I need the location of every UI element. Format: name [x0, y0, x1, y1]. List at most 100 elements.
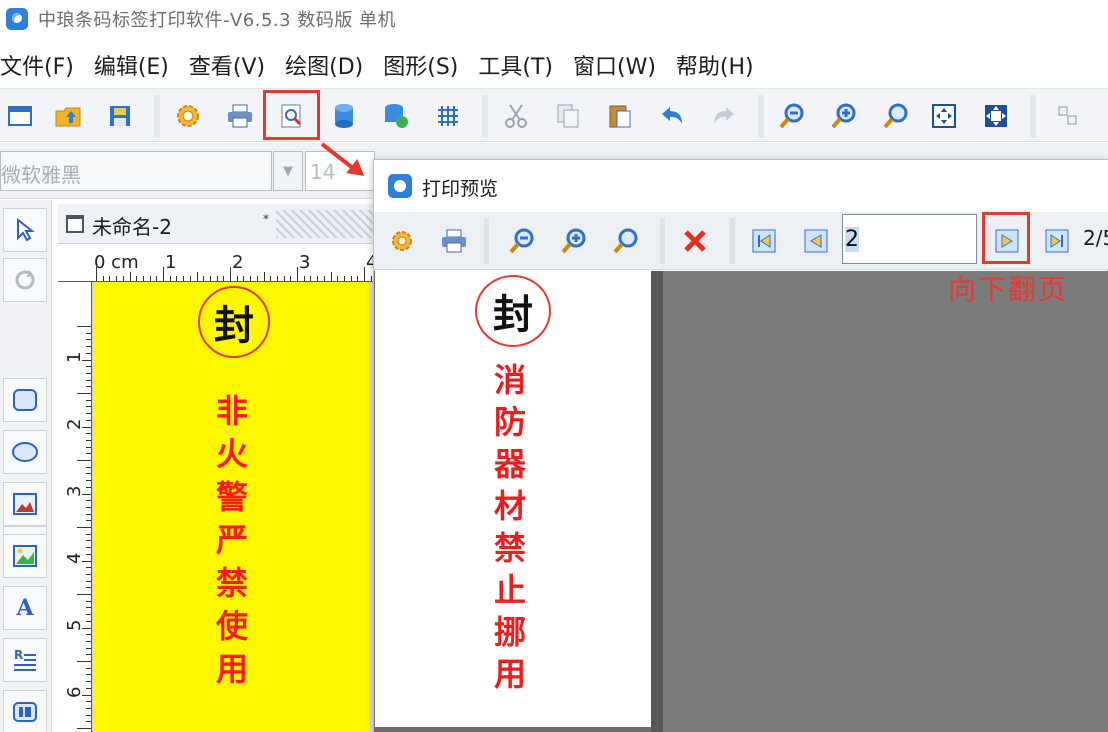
menu-file[interactable]: 文件(F) — [0, 49, 74, 81]
rectangle-tool-button[interactable] — [3, 378, 47, 422]
vertical-text-object[interactable]: 非火警严禁使用 — [209, 390, 255, 691]
page-setup-button[interactable] — [168, 97, 208, 135]
ruler-tick — [364, 267, 365, 281]
rotate-tool-button[interactable] — [3, 258, 47, 302]
paste-button[interactable] — [600, 97, 640, 135]
ruler-label: 5 — [64, 619, 85, 631]
font-dropdown-button[interactable]: ▼ — [273, 151, 303, 191]
ellipse-tool-button[interactable] — [3, 430, 47, 474]
ruler-tick — [86, 372, 91, 374]
menu-window[interactable]: 窗口(W) — [573, 49, 656, 81]
vertical-char: 防 — [493, 403, 526, 441]
ruler-tick — [86, 513, 91, 515]
page-number-input[interactable]: 2 — [842, 214, 977, 264]
grid-button[interactable] — [428, 97, 468, 135]
select-tool-button[interactable] — [3, 208, 47, 252]
ruler-tick — [86, 500, 91, 502]
menu-view[interactable]: 查看(V) — [189, 49, 265, 81]
label-design[interactable]: 封 非火警严禁使用 — [94, 282, 370, 732]
modified-marker: * — [263, 212, 269, 226]
new-document-button[interactable] — [0, 97, 40, 135]
zoom-out-button[interactable] — [772, 97, 812, 135]
zoom-in-icon — [831, 103, 856, 129]
menu-shape[interactable]: 图形(S) — [383, 49, 458, 81]
image-library-tool-button[interactable] — [3, 534, 47, 578]
print-button[interactable] — [220, 97, 260, 135]
group-button[interactable] — [1048, 97, 1088, 135]
ruler-tick — [149, 276, 151, 281]
ruler-tick — [86, 446, 91, 448]
ruler-tick — [86, 473, 91, 475]
ruler-tick — [86, 466, 91, 468]
fit-window-button[interactable] — [924, 97, 964, 135]
seal-circle[interactable]: 封 — [198, 286, 270, 358]
barcode-tool-button[interactable] — [3, 690, 47, 732]
ruler-tick — [297, 267, 298, 281]
ruler-tick — [86, 654, 91, 656]
last-page-button[interactable] — [1038, 222, 1076, 260]
ruler-tick — [77, 326, 91, 327]
ruler-tick — [77, 594, 91, 595]
menu-draw[interactable]: 绘图(D) — [285, 49, 363, 81]
ruler-tick — [370, 276, 372, 281]
ruler-tick — [86, 687, 91, 689]
preview-zoom-actual-button[interactable] — [607, 222, 645, 260]
preview-page-setup-button[interactable] — [383, 222, 421, 260]
preview-title-bar: 打印预览 — [374, 160, 1108, 212]
image-tool-button[interactable] — [3, 482, 47, 526]
ruler-label: 3 — [299, 252, 311, 273]
ruler-label: 1 — [165, 252, 177, 273]
preview-background — [663, 271, 1108, 732]
ruler-tick — [77, 393, 91, 394]
redo-button[interactable] — [704, 97, 744, 135]
ruler-tick — [86, 721, 91, 723]
next-page-highlight — [982, 212, 1030, 264]
ruler-tick — [86, 600, 91, 602]
ruler-label: 4 — [64, 552, 85, 564]
zoom-in-icon — [561, 228, 586, 254]
horizontal-ruler: 0 cm 1 2 3 4 — [58, 246, 373, 282]
ruler-tick — [223, 276, 225, 281]
database-icon — [335, 104, 353, 128]
undo-button[interactable] — [652, 97, 692, 135]
ruler-tick — [86, 433, 91, 435]
document-tab[interactable]: 未命名-2 * — [58, 204, 426, 244]
first-page-button[interactable] — [745, 222, 783, 260]
database-settings-button[interactable] — [376, 97, 416, 135]
ruler-tick — [86, 674, 91, 676]
font-name-select[interactable]: 微软雅黑 — [0, 151, 272, 191]
rotate-icon — [15, 270, 35, 290]
zoom-in-button[interactable] — [824, 97, 864, 135]
preview-zoom-out-button[interactable] — [503, 222, 541, 260]
copy-button[interactable] — [548, 97, 588, 135]
toolbar-separator — [758, 95, 764, 137]
ruler-label: 0 cm — [94, 252, 139, 273]
fit-page-button[interactable] — [976, 97, 1016, 135]
rich-text-tool-button[interactable]: R — [3, 638, 47, 682]
preview-title: 打印预览 — [422, 178, 499, 200]
ruler-tick — [243, 276, 245, 281]
ruler-tick — [86, 533, 91, 535]
preview-close-button[interactable] — [676, 222, 714, 260]
database-button[interactable] — [324, 97, 364, 135]
text-tool-button[interactable]: A — [3, 586, 47, 630]
ruler-tick — [310, 276, 312, 281]
ruler-tick — [86, 413, 91, 415]
save-button[interactable] — [100, 97, 140, 135]
ruler-label: 2 — [64, 418, 85, 430]
cut-button[interactable] — [496, 97, 536, 135]
ruler-tick — [86, 553, 91, 555]
open-button[interactable] — [48, 97, 88, 135]
preview-zoom-in-button[interactable] — [555, 222, 593, 260]
zoom-actual-button[interactable] — [876, 97, 916, 135]
menu-edit[interactable]: 编辑(E) — [94, 49, 169, 81]
preview-print-button[interactable] — [435, 222, 473, 260]
menu-tools[interactable]: 工具(T) — [478, 49, 553, 81]
previous-page-button[interactable] — [797, 222, 835, 260]
ruler-tick — [196, 272, 198, 281]
ruler-tick — [116, 276, 118, 281]
menu-help[interactable]: 帮助(H) — [676, 49, 754, 81]
ruler-tick — [142, 276, 144, 281]
ruler-tick — [86, 366, 91, 368]
vertical-ruler: 1234567 — [58, 282, 92, 732]
